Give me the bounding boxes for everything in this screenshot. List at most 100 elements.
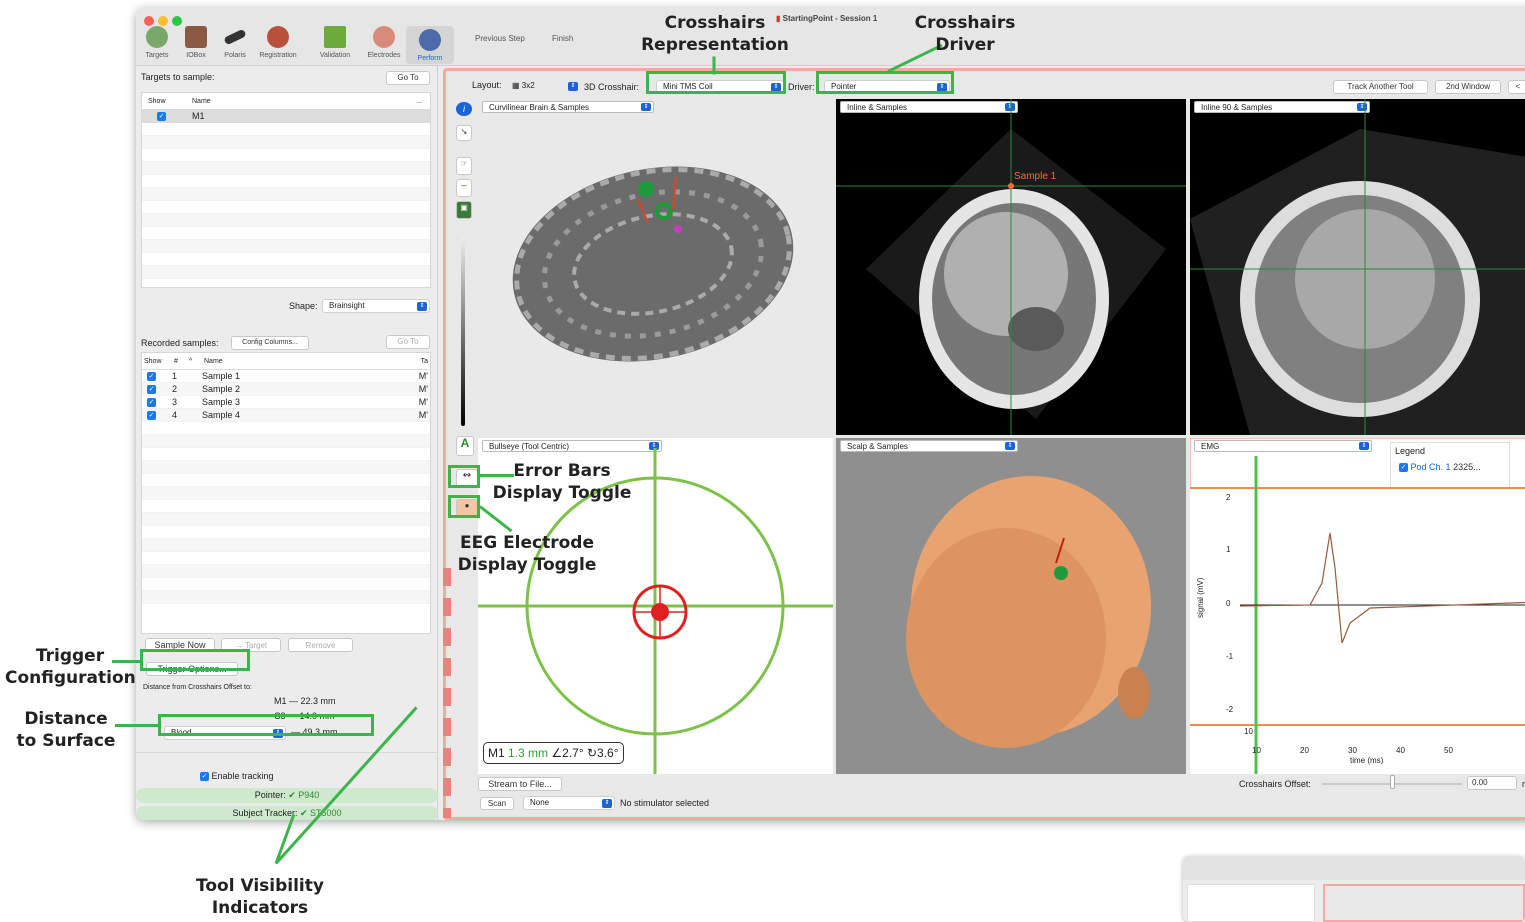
remove-button[interactable]: Remove xyxy=(288,638,353,652)
annotation-error-bars: Error Bars Display Toggle xyxy=(492,461,632,503)
sample-target: M' xyxy=(418,371,428,381)
distance-label: Distance from Crosshairs Offset to: xyxy=(143,684,252,691)
pointer-status: Pointer: ✔ P940 xyxy=(136,788,438,803)
offset-slider-thumb[interactable] xyxy=(1390,775,1395,789)
errbars-highlight-box xyxy=(448,465,480,488)
emg-xtick: 50 xyxy=(1444,746,1453,755)
sample-show-checkbox[interactable]: ✓ xyxy=(147,385,156,394)
panel-curvilinear-brain: Curvilinear Brain & Samples ⇕ xyxy=(478,99,833,435)
toolbar-registration[interactable]: Registration xyxy=(254,26,302,59)
sample-target: M' xyxy=(418,410,428,420)
stream-to-file-button[interactable]: Stream to File... xyxy=(478,777,562,791)
leader-line xyxy=(712,56,716,75)
shape-select[interactable]: Brainsight ⇕ xyxy=(322,299,430,313)
subject-tracker-status: Subject Tracker: ✔ ST5000 xyxy=(136,806,438,820)
panel-scalp: Scalp & Samples ⇕ xyxy=(836,438,1186,774)
driver-label: Driver: xyxy=(788,82,815,92)
bullseye-readout: M1 1.3 mm ∠2.7° ↻3.6° xyxy=(483,742,624,764)
finish-button[interactable]: Finish xyxy=(552,34,573,43)
sample-number: 3 xyxy=(172,397,178,407)
divider xyxy=(136,752,438,753)
shape-label: Shape: xyxy=(289,301,318,311)
annotation-distance-to-surface: Distance to Surface xyxy=(16,709,116,751)
scalp-render xyxy=(906,476,1151,748)
a-tool-icon[interactable]: A xyxy=(456,436,474,456)
sample-name: Sample 2 xyxy=(202,384,241,394)
sample-show-checkbox[interactable]: ✓ xyxy=(147,398,156,407)
leader-line xyxy=(115,724,159,727)
second-window-button[interactable]: 2nd Window xyxy=(1435,80,1501,94)
sample-name: Sample 4 xyxy=(202,410,241,420)
recorded-goto-button[interactable]: Go To xyxy=(386,335,430,349)
mri-sagittal xyxy=(836,99,1186,435)
mri-coronal xyxy=(1190,99,1525,435)
config-columns-button[interactable]: Config Columns... xyxy=(231,336,309,350)
annotation-trigger-configuration: Trigger Configuration xyxy=(5,646,136,688)
window-level-slider[interactable] xyxy=(461,236,465,426)
annotation-crosshairs-representation: Crosshairs Representation xyxy=(641,13,789,55)
chevron-updown-icon: ⇕ xyxy=(417,302,427,311)
track-another-tool-button[interactable]: Track Another Tool xyxy=(1333,80,1428,94)
targets-icon xyxy=(146,26,168,48)
sample-number: 2 xyxy=(172,384,178,394)
recorded-label: Recorded samples: xyxy=(141,338,219,348)
emg-ytick: -1 xyxy=(1226,652,1234,661)
minimize-window-button[interactable] xyxy=(158,16,168,26)
toolbar-electrodes[interactable]: Electrodes xyxy=(360,26,408,59)
hand-tool-icon[interactable]: ☞ xyxy=(456,157,472,175)
sample-name: Sample 3 xyxy=(202,397,241,407)
enable-tracking-checkbox[interactable]: ✓ xyxy=(200,772,209,782)
panel-inline: Inline & Samples ⇕ Sample 1 xyxy=(836,99,1186,435)
targets-list: Show Name ... ✓ M1 xyxy=(141,92,431,288)
target-row[interactable]: ✓ M1 xyxy=(142,110,430,123)
toolbar-perform[interactable]: Perform xyxy=(406,26,454,64)
driver-highlight-box xyxy=(816,71,954,94)
eeg-highlight-box xyxy=(448,495,480,518)
crosshair-highlight-box xyxy=(646,71,786,94)
close-window-button[interactable] xyxy=(144,16,154,26)
recorded-header: Show # ^ Name Ta xyxy=(142,353,430,370)
registration-icon xyxy=(267,26,289,48)
sample-show-checkbox[interactable]: ✓ xyxy=(147,372,156,381)
chevron-updown-icon: ⇕ xyxy=(568,82,578,91)
info-icon[interactable]: i xyxy=(456,102,472,116)
trajectory-icon[interactable]: ∽ xyxy=(456,179,472,197)
emg-ylabel: signal (mV) xyxy=(1196,577,1205,618)
scan-button[interactable]: Scan xyxy=(480,797,514,810)
trigger-highlight-box xyxy=(140,649,250,671)
recorded-sample-row[interactable]: ✓ 1 Sample 1 M' xyxy=(142,370,430,383)
layout-select[interactable]: ▦ 3x2 ⇕ xyxy=(506,80,580,94)
expand-icon[interactable]: ↘ xyxy=(456,125,472,141)
recorded-sample-row[interactable]: ✓ 2 Sample 2 M' xyxy=(142,383,430,396)
emg-xtick: 30 xyxy=(1348,746,1357,755)
recorded-sample-row[interactable]: ✓ 3 Sample 3 M' xyxy=(142,396,430,409)
grid-icon: ▦ xyxy=(512,81,520,90)
enable-tracking[interactable]: ✓ Enable tracking xyxy=(200,771,274,782)
toolbar-validation[interactable]: Validation xyxy=(311,26,359,59)
offset-label: Crosshairs Offset: xyxy=(1239,779,1311,789)
target-show-checkbox[interactable]: ✓ xyxy=(157,112,166,121)
electrodes-icon xyxy=(373,26,395,48)
zoom-window-button[interactable] xyxy=(172,16,182,26)
polaris-icon xyxy=(223,28,247,46)
annotation-eeg-electrode: EEG Electrode Display Toggle xyxy=(457,533,597,575)
targets-label: Targets to sample: xyxy=(141,72,215,82)
recorded-sample-row[interactable]: ✓ 4 Sample 4 M' xyxy=(142,409,430,422)
offset-input[interactable]: 0.00 xyxy=(1467,776,1517,790)
annotation-tool-visibility: Tool Visibility Indicators xyxy=(196,876,324,918)
emg-left-tick: 10 xyxy=(1244,727,1253,736)
targets-goto-button[interactable]: Go To xyxy=(386,71,430,85)
previous-step-button[interactable]: Previous Step xyxy=(475,34,525,43)
collapse-button[interactable]: < xyxy=(1508,80,1525,94)
sample-show-checkbox[interactable]: ✓ xyxy=(147,411,156,420)
view-area: Layout: ▦ 3x2 ⇕ 3D Crosshair: Mini TMS Co… xyxy=(443,68,1525,820)
cube-icon[interactable]: ▣ xyxy=(456,201,472,219)
sample-label: Sample 1 xyxy=(1014,171,1057,182)
emg-xlabel: time (ms) xyxy=(1350,756,1384,765)
toolbar-polaris[interactable]: Polaris xyxy=(211,26,259,59)
stimulator-select[interactable]: None ⇕ xyxy=(523,796,615,810)
emg-ytick: 0 xyxy=(1226,599,1231,608)
sample-target: M' xyxy=(418,384,428,394)
annotation-crosshairs-driver: Crosshairs Driver xyxy=(914,13,1016,55)
emg-ytick: 1 xyxy=(1226,545,1231,554)
